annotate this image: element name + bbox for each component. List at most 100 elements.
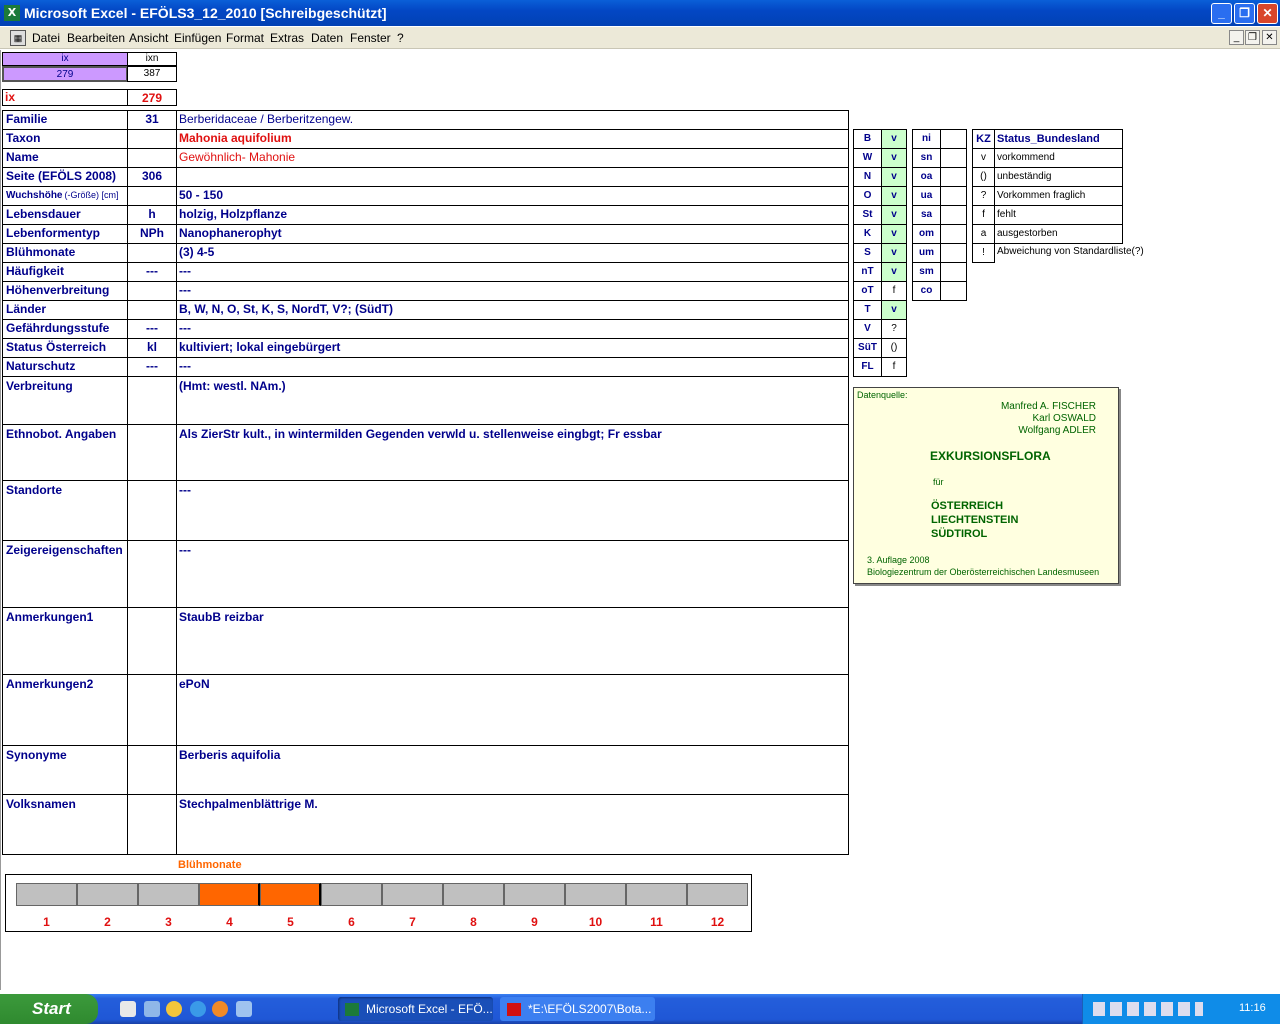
land-status[interactable]: () [881, 338, 907, 358]
row-label[interactable]: Wuchshöhe (-Größe) [cm] [2, 186, 128, 206]
row-code[interactable] [127, 607, 177, 675]
row-value[interactable]: Mahonia aquifolium [176, 129, 849, 149]
region-code[interactable]: um [912, 243, 941, 263]
row-code[interactable] [127, 376, 177, 425]
row-value[interactable]: --- [176, 357, 849, 377]
region-code[interactable]: sa [912, 205, 941, 225]
row-value[interactable]: Stechpalmenblättrige M. [176, 794, 849, 855]
row-label[interactable]: Taxon [2, 129, 128, 149]
row-value[interactable]: --- [176, 281, 849, 301]
land-status[interactable]: v [881, 300, 907, 320]
row-code[interactable]: --- [127, 357, 177, 377]
close-button[interactable]: ✕ [1257, 3, 1278, 24]
legend-kz[interactable]: a [972, 224, 995, 244]
start-button[interactable]: Start [0, 994, 98, 1024]
row-code[interactable] [127, 186, 177, 206]
land-status[interactable]: v [881, 262, 907, 282]
row-code[interactable]: 31 [127, 110, 177, 130]
row-label[interactable]: Ethnobot. Angaben [2, 424, 128, 481]
quicklaunch-icon[interactable] [144, 1001, 160, 1017]
taskbar-document[interactable]: *E:\EFÖLS2007\Bota... [500, 997, 655, 1021]
region-value[interactable] [940, 129, 967, 149]
row-value[interactable]: kultiviert; lokal eingebürgert [176, 338, 849, 358]
row-label[interactable]: Familie [2, 110, 128, 130]
land-status[interactable]: f [881, 357, 907, 377]
row-value[interactable]: B, W, N, O, St, K, S, NordT, V?; (SüdT) [176, 300, 849, 320]
firefox-icon[interactable] [212, 1001, 228, 1017]
row-value[interactable] [176, 167, 849, 187]
land-code[interactable]: St [853, 205, 882, 225]
media-player-icon[interactable] [166, 1001, 182, 1017]
row-value[interactable]: Als ZierStr kult., in wintermilden Gegen… [176, 424, 849, 481]
legend-text[interactable]: Abweichung von Standardliste(?) [994, 243, 1144, 263]
row-label[interactable]: Lebenformentyp [2, 224, 128, 244]
row-code[interactable] [127, 129, 177, 149]
row-label[interactable]: Volksnamen [2, 794, 128, 855]
row-value[interactable]: holzig, Holzpflanze [176, 205, 849, 225]
legend-kz[interactable]: () [972, 167, 995, 187]
row-label[interactable]: Häufigkeit [2, 262, 128, 282]
row-code[interactable] [127, 674, 177, 746]
row-label[interactable]: Blühmonate [2, 243, 128, 263]
row-code[interactable] [127, 243, 177, 263]
region-value[interactable] [940, 167, 967, 187]
bloom-chart[interactable]: 1 2 3 4 5 6 7 8 9 10 11 12 [5, 874, 752, 932]
menu-einfuegen[interactable]: Einfügen [174, 31, 221, 45]
row-label[interactable]: Zeigereigenschaften [2, 540, 128, 608]
land-status[interactable]: v [881, 148, 907, 168]
region-code[interactable]: ni [912, 129, 941, 149]
legend-text[interactable]: Vorkommen fraglich [994, 186, 1123, 206]
menu-format[interactable]: Format [226, 31, 264, 45]
worksheet[interactable]: ix ixn 279 387 ix 279 Familie 31 Berberida… [0, 50, 1280, 990]
region-value[interactable] [940, 262, 967, 282]
row-value[interactable]: --- [176, 480, 849, 541]
legend-text[interactable]: ausgestorben [994, 224, 1123, 244]
row-code[interactable] [127, 281, 177, 301]
row-value[interactable]: (Hmt: westl. NAm.) [176, 376, 849, 425]
land-status[interactable]: ? [881, 319, 907, 339]
land-status[interactable]: v [881, 205, 907, 225]
region-value[interactable] [940, 243, 967, 263]
land-code[interactable]: SüT [853, 338, 882, 358]
land-status[interactable]: v [881, 167, 907, 187]
region-value[interactable] [940, 148, 967, 168]
land-code[interactable]: FL [853, 357, 882, 377]
region-code[interactable]: oa [912, 167, 941, 187]
doc-minimize-button[interactable]: _ [1229, 30, 1244, 45]
region-value[interactable] [940, 224, 967, 244]
land-code[interactable]: W [853, 148, 882, 168]
internet-explorer-icon[interactable] [190, 1001, 206, 1017]
row-value[interactable]: ePoN [176, 674, 849, 746]
row-label[interactable]: Länder [2, 300, 128, 320]
row-value[interactable]: Berberidaceae / Berberitzengew. [176, 110, 849, 130]
row-code[interactable]: NPh [127, 224, 177, 244]
row-value[interactable]: --- [176, 319, 849, 339]
land-code[interactable]: K [853, 224, 882, 244]
land-code[interactable]: T [853, 300, 882, 320]
ixn-header[interactable]: ixn [127, 52, 177, 66]
ixn-value-cell[interactable]: 387 [127, 66, 177, 82]
row-value[interactable]: Gewöhnlich- Mahonie [176, 148, 849, 168]
row-label[interactable]: Naturschutz [2, 357, 128, 377]
row-label[interactable]: Verbreitung [2, 376, 128, 425]
row-code[interactable] [127, 480, 177, 541]
row-code[interactable]: --- [127, 319, 177, 339]
legend-text[interactable]: unbeständig [994, 167, 1123, 187]
land-code[interactable]: S [853, 243, 882, 263]
row-value[interactable]: --- [176, 540, 849, 608]
show-desktop-icon[interactable] [120, 1001, 136, 1017]
row-value[interactable]: --- [176, 262, 849, 282]
row-code[interactable] [127, 540, 177, 608]
taskbar-excel[interactable]: Microsoft Excel - EFÖ... [338, 997, 493, 1021]
row-code[interactable]: --- [127, 262, 177, 282]
land-code[interactable]: N [853, 167, 882, 187]
legend-kz[interactable]: ! [972, 243, 995, 263]
legend-status-header[interactable]: Status_Bundesland [994, 129, 1123, 149]
land-status[interactable]: f [881, 281, 907, 301]
ix-header[interactable]: ix [2, 52, 128, 66]
ix-big-value[interactable]: 279 [127, 89, 177, 106]
legend-text[interactable]: fehlt [994, 205, 1123, 225]
row-value[interactable]: 50 - 150 [176, 186, 849, 206]
row-code[interactable] [127, 745, 177, 795]
legend-kz-header[interactable]: KZ [972, 129, 995, 149]
